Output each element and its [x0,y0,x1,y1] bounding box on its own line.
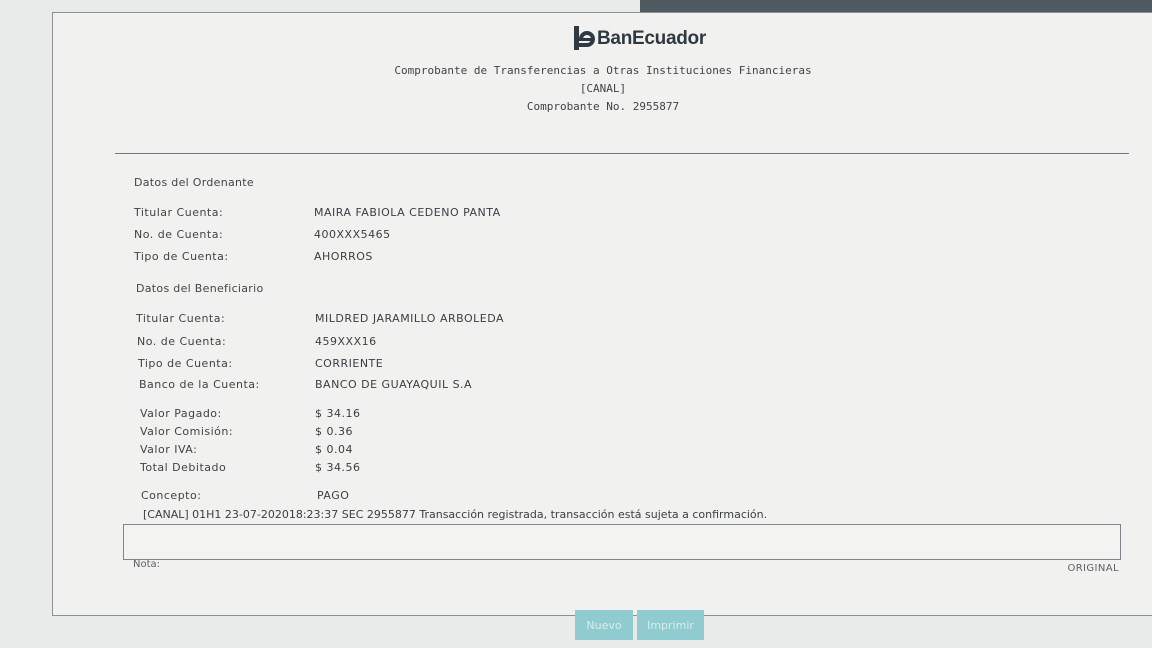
field-label: Tipo de Cuenta: [134,250,229,263]
brand-logo: BanEcuador [573,21,706,57]
field-value: PAGO [317,489,350,502]
field-value: MAIRA FABIOLA CEDENO PANTA [314,206,501,219]
ordenante-section-title: Datos del Ordenante [134,176,254,189]
receipt-panel: BanEcuador Comprobante de Transferencias… [52,12,1152,616]
field-label: Banco de la Cuenta: [139,378,260,391]
window-top-strip [640,0,1152,12]
channel-label: [CANAL] [579,82,627,95]
field-value: MILDRED JARAMILLO ARBOLEDA [315,312,505,325]
field-value: 400XXX5465 [314,228,391,241]
receipt-number: Comprobante No. 2955877 [526,100,680,113]
field-label: Valor Pagado: [140,407,222,420]
field-label: Valor Comisión: [140,425,234,438]
nota-label: Nota: [133,559,161,570]
field-value: 459XXX16 [315,335,377,348]
field-value: $ 34.56 [315,461,361,474]
field-value: CORRIENTE [315,357,384,370]
field-label: Valor IVA: [140,443,198,456]
field-value: AHORROS [314,250,373,263]
field-value: $ 0.04 [315,443,353,456]
receipt-title: Comprobante de Transferencias a Otras In… [394,64,812,77]
field-label: No. de Cuenta: [137,335,227,348]
nuevo-button[interactable]: Nuevo [575,610,633,640]
field-label: Titular Cuenta: [134,206,224,219]
field-label: Concepto: [141,489,202,502]
field-label: Total Debitado [140,461,227,474]
beneficiario-section-title: Datos del Beneficiario [136,282,264,295]
field-label: No. de Cuenta: [134,228,224,241]
field-value: BANCO DE GUAYAQUIL S.A [315,378,473,391]
banecuador-e-icon [573,26,595,52]
transaction-status: [CANAL] 01H1 23-07-202018:23:37 SEC 2955… [143,508,768,521]
brand-name: BanEcuador [597,28,706,49]
header-divider [115,153,1129,154]
receipt-header: BanEcuador Comprobante de Transferencias… [53,13,1152,153]
imprimir-button[interactable]: Imprimir [637,610,704,640]
copy-label: ORIGINAL [1067,563,1119,574]
field-value: $ 34.16 [315,407,361,420]
field-label: Tipo de Cuenta: [138,357,233,370]
field-label: Titular Cuenta: [136,312,226,325]
nota-field[interactable]: Nota: [123,524,1121,570]
field-value: $ 0.36 [315,425,353,438]
